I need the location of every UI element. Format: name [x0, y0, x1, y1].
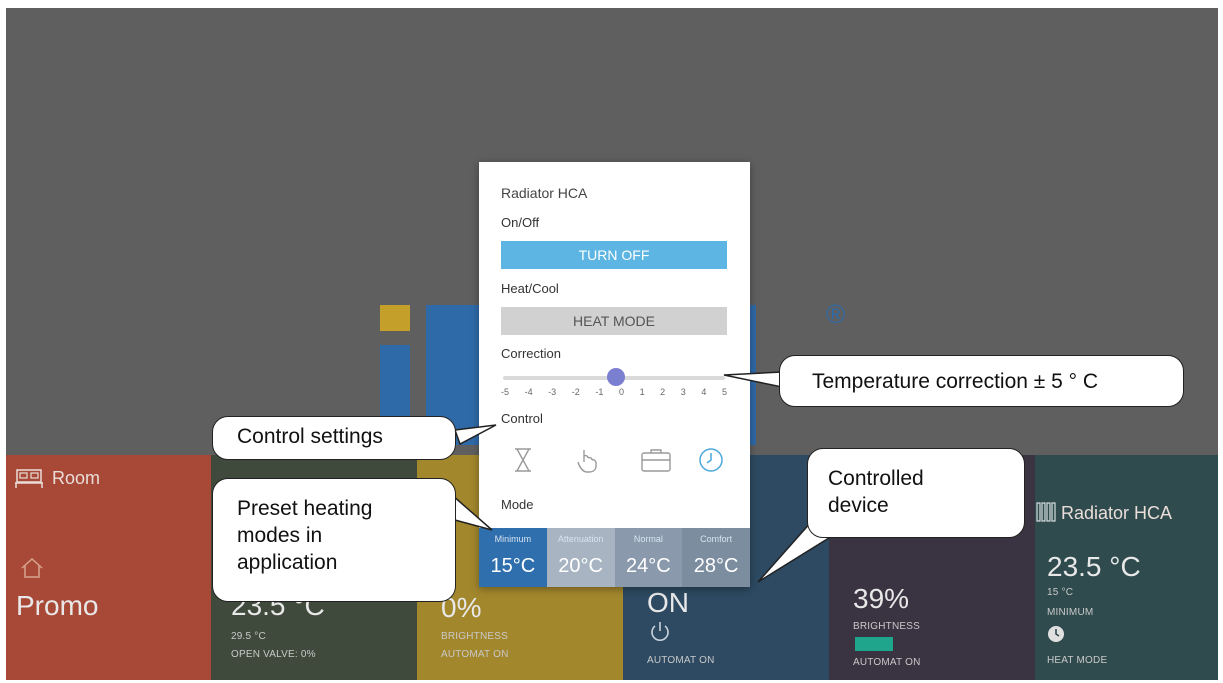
tick-label: -1 — [595, 387, 604, 397]
callout-preset-modes: Preset heating modes in application — [212, 478, 456, 602]
mode-name: Comfort — [700, 534, 733, 544]
mode-temp: 28°C — [693, 555, 739, 577]
logo-dot — [380, 305, 410, 331]
briefcase-icon[interactable] — [639, 446, 673, 474]
radiator-dialog: Radiator HCA On/Off TURN OFF Heat/Cool H… — [479, 162, 750, 587]
tick-label: 5 — [721, 387, 727, 397]
turn-off-button[interactable]: TURN OFF — [501, 241, 727, 269]
tile-radiator[interactable]: Radiator HCA 23.5 °C 15 °C MINIMUM HEAT … — [1035, 455, 1218, 680]
tile-sub3: HEAT MODE — [1047, 655, 1108, 666]
tick-label: -5 — [501, 387, 510, 397]
home-icon — [21, 557, 43, 578]
tile-sub2: OPEN VALVE: 0% — [231, 649, 316, 660]
mode-minimum[interactable]: Minimum 15°C — [479, 528, 547, 587]
mode-comfort[interactable]: Comfort 28°C — [682, 528, 750, 587]
correction-ticks: -5 -4 -3 -2 -1 0 1 2 3 4 5 — [501, 387, 727, 397]
tile-value: 39% — [853, 583, 910, 614]
tile-value: Promo — [16, 590, 99, 621]
tick-label: -4 — [524, 387, 533, 397]
control-label: Control — [501, 411, 543, 426]
bed-icon — [15, 469, 43, 488]
tile-room[interactable]: Room Promo — [6, 455, 211, 680]
tick-label: 0 — [618, 387, 624, 397]
app-screen: ® Room Promo 23.5 °C 29.5 °C OPEN VALVE:… — [6, 8, 1218, 680]
tick-label: 3 — [680, 387, 686, 397]
tile-value: 23.5 °C — [1047, 551, 1141, 582]
callout-text: Temperature correction ± 5 ° C — [812, 370, 1099, 393]
mode-label: Mode — [501, 497, 534, 512]
tile-sub1: 29.5 °C — [231, 631, 266, 642]
color-swatch — [855, 637, 893, 651]
control-icons — [501, 446, 727, 476]
hand-icon[interactable] — [573, 446, 601, 474]
mode-attenuation[interactable]: Attenuation 20°C — [546, 528, 615, 587]
tile-sub2: AUTOMAT ON — [853, 657, 921, 668]
tile-sub1: BRIGHTNESS — [441, 631, 509, 642]
callout-line: Controlled — [828, 467, 924, 490]
mode-temp: 24°C — [626, 555, 671, 577]
mode-temp: 20°C — [558, 555, 603, 577]
tile-sub1: 15 °C — [1047, 587, 1074, 598]
hourglass-icon[interactable] — [509, 446, 537, 474]
callout-temp-correction: Temperature correction ± 5 ° C — [779, 355, 1184, 407]
tile-sub2: MINIMUM — [1047, 607, 1094, 618]
heatcool-label: Heat/Cool — [501, 281, 559, 296]
mode-name: Attenuation — [557, 534, 604, 544]
correction-slider-thumb[interactable] — [607, 368, 625, 386]
clock-icon — [1048, 626, 1064, 642]
tick-label: 2 — [660, 387, 666, 397]
tile-title: Radiator HCA — [1061, 503, 1173, 523]
callout-line: modes in — [237, 524, 323, 547]
callout-controlled-device: Controlled device — [807, 448, 1025, 538]
callout-control-settings: Control settings — [212, 416, 456, 460]
mode-temp: 15°C — [490, 555, 536, 577]
heat-mode-button[interactable]: HEAT MODE — [501, 307, 727, 335]
radiator-icon — [1036, 502, 1056, 522]
mode-name: Normal — [633, 534, 663, 544]
power-icon — [651, 622, 669, 641]
mode-name: Minimum — [494, 534, 532, 544]
mode-normal[interactable]: Normal 24°C — [614, 528, 683, 587]
clock-icon[interactable] — [697, 446, 725, 474]
callout-line: device — [828, 494, 889, 517]
tile-sub1: AUTOMAT ON — [647, 655, 715, 666]
mode-selector: Minimum 15°C Attenuation 20°C Normal 24°… — [479, 528, 750, 587]
onoff-label: On/Off — [501, 215, 540, 230]
callout-text: Control settings — [237, 425, 383, 448]
tick-label: 4 — [701, 387, 707, 397]
callout-line: application — [237, 551, 338, 574]
tick-label: -3 — [548, 387, 557, 397]
tick-label: -2 — [571, 387, 580, 397]
correction-label: Correction — [501, 346, 561, 361]
tile-value: ON — [647, 587, 689, 618]
tile-sub2: AUTOMAT ON — [441, 649, 509, 660]
tile-title: Room — [52, 468, 101, 488]
tile-sub1: BRIGHTNESS — [853, 621, 921, 632]
callout-line: Preset heating — [237, 497, 373, 520]
dialog-title: Radiator HCA — [501, 185, 588, 201]
registered-mark: ® — [826, 299, 846, 329]
tick-label: 1 — [639, 387, 645, 397]
